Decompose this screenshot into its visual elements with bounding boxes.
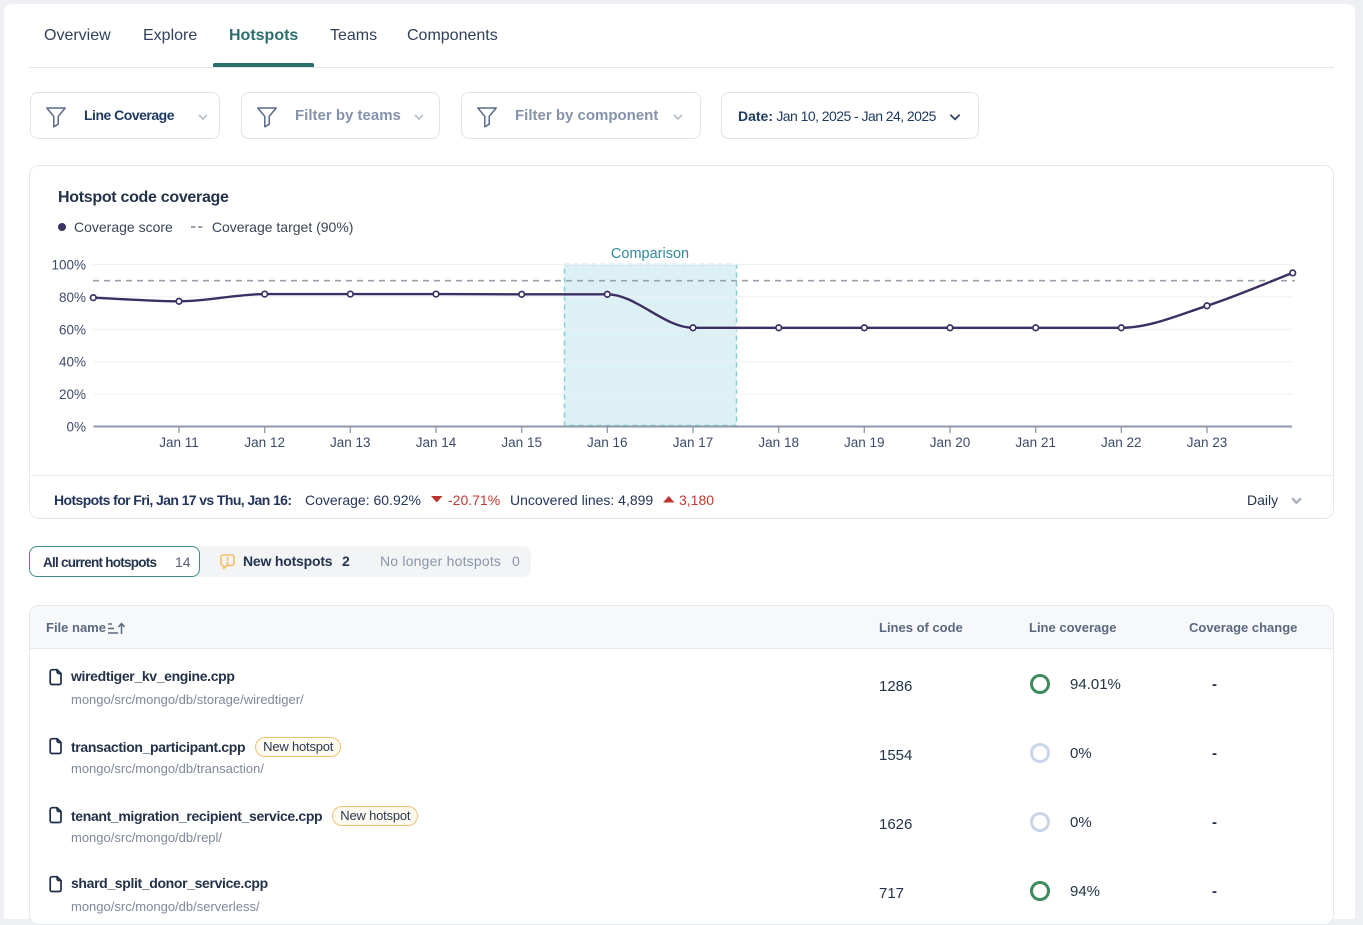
svg-text:Jan 17: Jan 17 bbox=[673, 435, 714, 450]
svg-text:Jan 21: Jan 21 bbox=[1015, 435, 1056, 450]
svg-text:60%: 60% bbox=[59, 322, 86, 337]
svg-text:Jan 15: Jan 15 bbox=[501, 435, 542, 450]
svg-text:40%: 40% bbox=[59, 355, 86, 370]
svg-text:0%: 0% bbox=[66, 420, 86, 435]
svg-text:Jan 13: Jan 13 bbox=[330, 435, 371, 450]
svg-text:20%: 20% bbox=[59, 387, 86, 402]
svg-text:Jan 22: Jan 22 bbox=[1101, 435, 1142, 450]
svg-text:80%: 80% bbox=[59, 290, 86, 305]
svg-text:Jan 12: Jan 12 bbox=[244, 435, 285, 450]
svg-text:Jan 14: Jan 14 bbox=[416, 435, 457, 450]
svg-text:Comparison: Comparison bbox=[611, 246, 689, 262]
svg-text:100%: 100% bbox=[51, 258, 86, 273]
svg-text:Jan 16: Jan 16 bbox=[587, 435, 628, 450]
svg-text:Jan 19: Jan 19 bbox=[844, 435, 885, 450]
svg-text:Jan 11: Jan 11 bbox=[159, 435, 199, 450]
svg-text:Jan 20: Jan 20 bbox=[930, 435, 971, 450]
svg-text:Jan 18: Jan 18 bbox=[758, 435, 799, 450]
svg-text:Jan 23: Jan 23 bbox=[1187, 435, 1228, 450]
